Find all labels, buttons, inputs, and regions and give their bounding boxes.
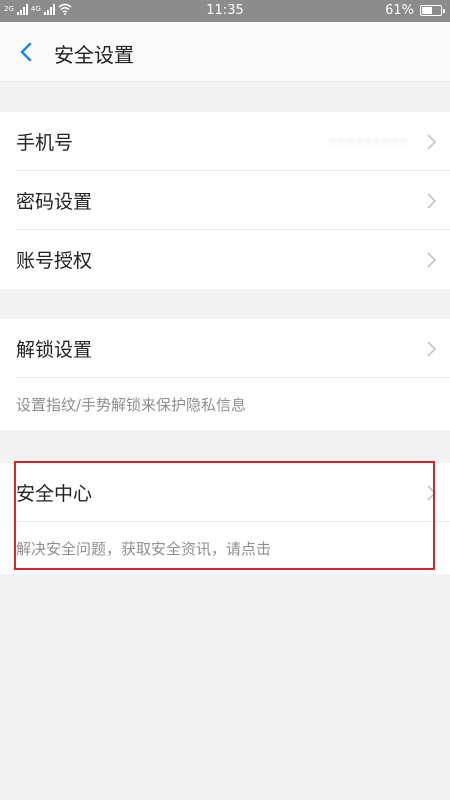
status-bar: 2G 4G 11:35 61% [0, 0, 450, 22]
chevron-right-icon [427, 192, 437, 209]
unlock-group: 解锁设置 设置指纹/手势解锁来保护隐私信息 [0, 319, 450, 430]
chevron-right-icon [427, 340, 437, 357]
security-center-description: 解决安全问题，获取安全资讯，请点击 [16, 539, 272, 558]
unlock-settings-description: 设置指纹/手势解锁来保护隐私信息 [16, 395, 247, 414]
chevron-right-icon [427, 133, 437, 150]
account-authorization-row[interactable]: 账号授权 [0, 230, 450, 289]
chevron-right-icon [427, 251, 437, 268]
phone-number-value: ••••••••• [328, 132, 408, 151]
account-group: 手机号 ••••••••• 密码设置 账号授权 [0, 112, 450, 289]
back-arrow-icon[interactable] [12, 38, 40, 66]
security-center-group: 安全中心 解决安全问题，获取安全资讯，请点击 [0, 463, 450, 574]
battery-icon [420, 5, 445, 16]
security-center-label: 安全中心 [16, 483, 93, 505]
account-authorization-label: 账号授权 [16, 250, 93, 272]
unlock-settings-label: 解锁设置 [16, 339, 93, 361]
phone-number-row[interactable]: 手机号 ••••••••• [0, 112, 450, 171]
battery-percent: 61% [385, 3, 414, 18]
chevron-right-icon [427, 484, 437, 501]
password-settings-row[interactable]: 密码设置 [0, 171, 450, 230]
nav-bar: 安全设置 [0, 22, 450, 82]
security-center-row[interactable]: 安全中心 [0, 463, 450, 522]
page-title: 安全设置 [54, 43, 134, 67]
password-settings-label: 密码设置 [16, 191, 93, 213]
phone-number-label: 手机号 [16, 132, 74, 154]
unlock-settings-row[interactable]: 解锁设置 [0, 319, 450, 378]
status-time: 11:35 [206, 3, 244, 18]
